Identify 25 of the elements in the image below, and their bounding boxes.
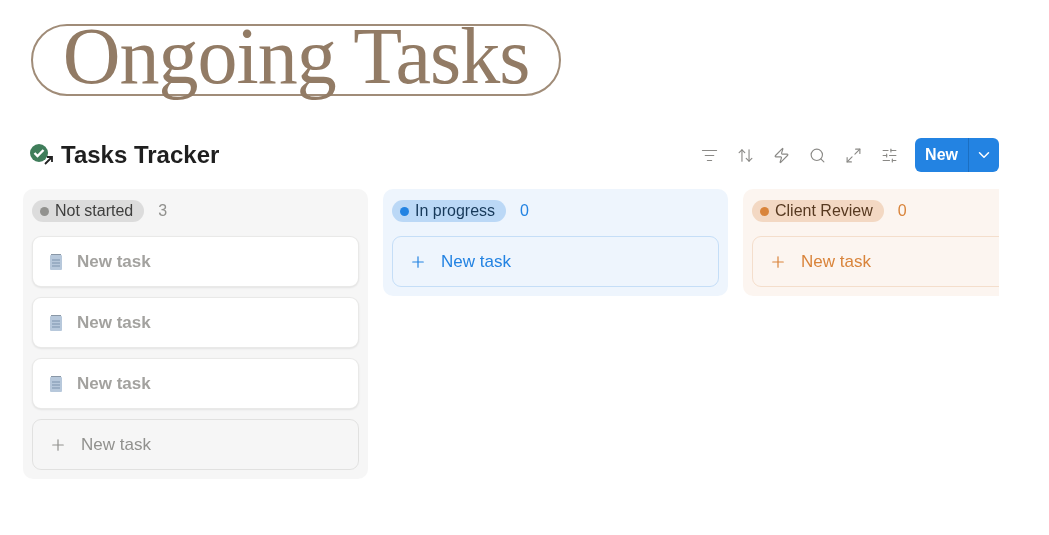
task-card[interactable]: New task	[32, 236, 359, 287]
task-title: New task	[77, 373, 151, 394]
check-link-icon	[29, 143, 55, 167]
task-title: New task	[441, 251, 511, 272]
database-title: Tasks Tracker	[61, 141, 220, 169]
task-card[interactable]: New task	[32, 358, 359, 409]
new-button[interactable]: New	[915, 138, 969, 172]
card-count: 3	[158, 202, 168, 220]
task-card[interactable]: New task	[32, 297, 359, 348]
notepad-icon	[49, 252, 63, 271]
new-task-button[interactable]: New task	[32, 419, 359, 470]
new-task-button[interactable]: New task	[392, 236, 719, 287]
task-title: New task	[81, 434, 151, 455]
task-title: New task	[801, 251, 871, 272]
card-count: 0	[897, 202, 907, 220]
new-task-button[interactable]: New task	[752, 236, 999, 287]
status-label: In progress	[415, 202, 496, 220]
dropdown-button[interactable]	[969, 138, 999, 172]
card-count: 0	[520, 202, 529, 220]
notepad-icon	[49, 374, 63, 393]
task-title: New task	[77, 251, 151, 272]
notepad-icon	[49, 313, 63, 332]
status-label: Client Review	[775, 202, 873, 220]
status-label: Not started	[55, 202, 134, 220]
task-title: New task	[77, 312, 151, 333]
